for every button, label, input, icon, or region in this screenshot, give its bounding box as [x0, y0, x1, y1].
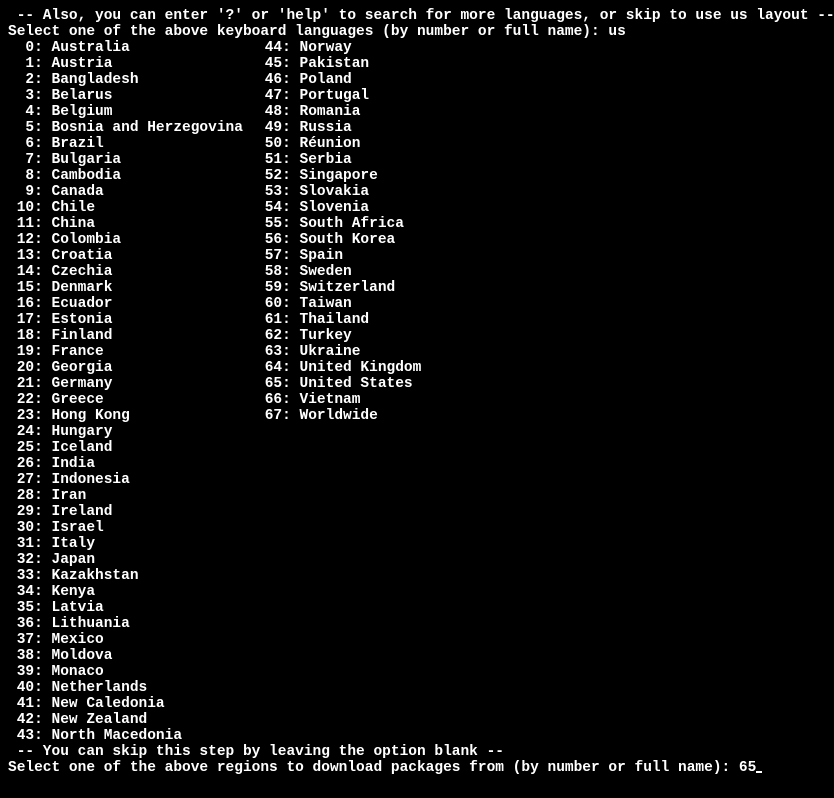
country-item: 25: Iceland [8, 440, 256, 456]
country-item: 59: Switzerland [256, 280, 421, 296]
country-item: 45: Pakistan [256, 56, 421, 72]
country-item: 56: South Korea [256, 232, 421, 248]
country-item: 37: Mexico [8, 632, 256, 648]
country-item: 48: Romania [256, 104, 421, 120]
country-item: 0: Australia [8, 40, 256, 56]
country-item: 44: Norway [256, 40, 421, 56]
country-item: 40: Netherlands [8, 680, 256, 696]
country-item: 10: Chile [8, 200, 256, 216]
country-item: 7: Bulgaria [8, 152, 256, 168]
country-item: 19: France [8, 344, 256, 360]
prompt1-label: Select one of the above keyboard languag… [8, 24, 608, 40]
country-item: 38: Moldova [8, 648, 256, 664]
country-item: 34: Kenya [8, 584, 256, 600]
prompt-line-1[interactable]: Select one of the above keyboard languag… [8, 24, 826, 40]
country-item: 28: Iran [8, 488, 256, 504]
country-item: 58: Sweden [256, 264, 421, 280]
country-item: 42: New Zealand [8, 712, 256, 728]
prompt2-label: Select one of the above regions to downl… [8, 760, 739, 776]
country-item: 8: Cambodia [8, 168, 256, 184]
country-item: 67: Worldwide [256, 408, 421, 424]
country-item: 52: Singapore [256, 168, 421, 184]
country-item: 51: Serbia [256, 152, 421, 168]
country-item: 26: India [8, 456, 256, 472]
country-item: 13: Croatia [8, 248, 256, 264]
country-item: 17: Estonia [8, 312, 256, 328]
country-item: 6: Brazil [8, 136, 256, 152]
country-item: 18: Finland [8, 328, 256, 344]
country-item: 54: Slovenia [256, 200, 421, 216]
country-item: 36: Lithuania [8, 616, 256, 632]
country-item: 9: Canada [8, 184, 256, 200]
country-item: 63: Ukraine [256, 344, 421, 360]
country-item: 39: Monaco [8, 664, 256, 680]
country-item: 64: United Kingdom [256, 360, 421, 376]
hint-line-1: -- Also, you can enter '?' or 'help' to … [8, 8, 826, 24]
cursor-icon [756, 771, 761, 773]
country-item: 31: Italy [8, 536, 256, 552]
country-item: 35: Latvia [8, 600, 256, 616]
country-item: 14: Czechia [8, 264, 256, 280]
country-item: 53: Slovakia [256, 184, 421, 200]
country-item: 57: Spain [256, 248, 421, 264]
country-item: 49: Russia [256, 120, 421, 136]
country-item: 29: Ireland [8, 504, 256, 520]
country-item: 22: Greece [8, 392, 256, 408]
country-item: 16: Ecuador [8, 296, 256, 312]
country-item: 11: China [8, 216, 256, 232]
country-item: 50: Réunion [256, 136, 421, 152]
country-item: 21: Germany [8, 376, 256, 392]
country-item: 2: Bangladesh [8, 72, 256, 88]
country-item: 43: North Macedonia [8, 728, 256, 744]
country-item: 15: Denmark [8, 280, 256, 296]
prompt-line-2[interactable]: Select one of the above regions to downl… [8, 760, 826, 776]
country-item: 62: Turkey [256, 328, 421, 344]
country-item: 47: Portugal [256, 88, 421, 104]
country-item: 66: Vietnam [256, 392, 421, 408]
country-item: 12: Colombia [8, 232, 256, 248]
country-item: 30: Israel [8, 520, 256, 536]
country-item: 41: New Caledonia [8, 696, 256, 712]
hint-line-2: -- You can skip this step by leaving the… [8, 744, 826, 760]
country-item: 3: Belarus [8, 88, 256, 104]
country-item: 20: Georgia [8, 360, 256, 376]
country-item: 33: Kazakhstan [8, 568, 256, 584]
country-item: 55: South Africa [256, 216, 421, 232]
country-item: 27: Indonesia [8, 472, 256, 488]
country-item: 23: Hong Kong [8, 408, 256, 424]
country-item: 60: Taiwan [256, 296, 421, 312]
country-item: 24: Hungary [8, 424, 256, 440]
country-list-columns: 0: Australia 1: Austria 2: Bangladesh 3:… [8, 40, 826, 744]
prompt1-value: us [608, 24, 625, 40]
country-list-col2: 44: Norway 45: Pakistan 46: Poland 47: P… [256, 40, 421, 744]
country-item: 5: Bosnia and Herzegovina [8, 120, 256, 136]
country-item: 46: Poland [256, 72, 421, 88]
country-item: 4: Belgium [8, 104, 256, 120]
country-item: 61: Thailand [256, 312, 421, 328]
country-list-col1: 0: Australia 1: Austria 2: Bangladesh 3:… [8, 40, 256, 744]
country-item: 65: United States [256, 376, 421, 392]
country-item: 32: Japan [8, 552, 256, 568]
country-item: 1: Austria [8, 56, 256, 72]
prompt2-value: 65 [739, 760, 756, 776]
